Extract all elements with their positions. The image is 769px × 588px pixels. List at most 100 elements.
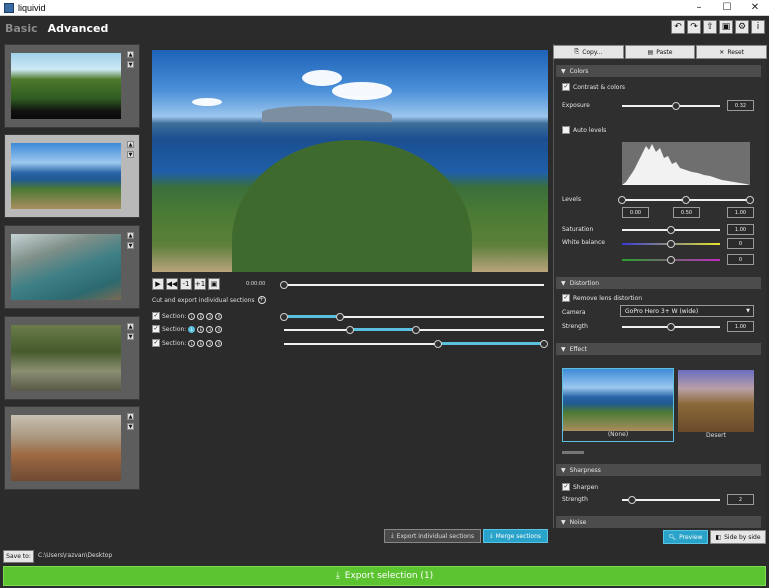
section-end-knob[interactable] [336, 313, 344, 321]
wb-temperature-value[interactable]: 0 [727, 238, 754, 249]
wb-tint-knob[interactable] [667, 256, 675, 264]
levels-black-knob[interactable] [618, 196, 626, 204]
video-preview[interactable] [152, 50, 548, 272]
contrast-colors-toggle[interactable]: ✓ Contrast & colors [562, 83, 625, 91]
distortion-section-header[interactable]: ▼ Distortion [556, 277, 761, 289]
effect-scrollbar[interactable] [562, 451, 584, 454]
move-down-icon[interactable]: ▼ [127, 151, 134, 158]
section-end-knob[interactable] [412, 326, 420, 334]
tab-basic[interactable]: Basic [5, 22, 38, 35]
section-loop-icon[interactable]: L [188, 312, 196, 320]
section-loop-icon[interactable]: L [188, 339, 196, 347]
section-2-range[interactable] [284, 326, 544, 334]
section-number-icon[interactable]: 3 [206, 312, 214, 320]
remove-distortion-checkbox[interactable]: ✓ [562, 294, 570, 302]
move-up-icon[interactable]: ▲ [127, 323, 134, 330]
distortion-strength-value[interactable]: 1.00 [727, 321, 754, 332]
add-section-icon[interactable]: + [257, 296, 266, 304]
section-end-knob[interactable] [540, 340, 548, 348]
paste-button[interactable]: ▤ Paste [624, 45, 696, 59]
close-button[interactable]: ✕ [741, 0, 769, 16]
play-button[interactable]: ▶ [152, 278, 164, 290]
noise-section-header[interactable]: ▼ Noise [556, 516, 761, 528]
effect-desert[interactable]: Desert [678, 370, 754, 442]
settings-icon[interactable]: ⚙ [735, 20, 749, 34]
info-icon[interactable]: i [751, 20, 765, 34]
snapshot-button[interactable]: ▣ [208, 278, 220, 290]
section-loop-icon[interactable]: L [188, 325, 196, 333]
saturation-slider[interactable] [622, 226, 720, 234]
levels-white-value[interactable]: 1.00 [727, 207, 754, 218]
section-3-range[interactable] [284, 340, 548, 348]
section-number-icon[interactable]: 3 [206, 339, 214, 347]
save-to-button[interactable]: Save to: [3, 550, 34, 563]
clip-thumbnail[interactable]: ▲ ▼ [4, 225, 140, 309]
levels-black-value[interactable]: 0.00 [622, 207, 649, 218]
sharpen-strength-slider[interactable] [622, 496, 720, 504]
merge-sections-button[interactable]: ⤓ Merge sections [483, 529, 548, 543]
exposure-knob[interactable] [672, 102, 680, 110]
frame-back-button[interactable]: -1 [180, 278, 192, 290]
section-remove-icon[interactable]: X [215, 339, 223, 347]
levels-white-knob[interactable] [746, 196, 754, 204]
copy-button[interactable]: ⎘ Copy... [553, 45, 624, 59]
section-start-knob[interactable] [434, 340, 442, 348]
preview-button[interactable]: 🔍︎ Preview [663, 530, 708, 544]
levels-slider[interactable] [618, 196, 754, 204]
reset-button[interactable]: ✕ Reset [696, 45, 768, 59]
section-checkbox[interactable]: ✓ [152, 312, 160, 320]
move-down-icon[interactable]: ▼ [127, 423, 134, 430]
wb-temperature-knob[interactable] [667, 240, 675, 248]
undo-icon[interactable]: ↶ [671, 20, 685, 34]
redo-icon[interactable]: ↷ [687, 20, 701, 34]
move-up-icon[interactable]: ▲ [127, 141, 134, 148]
distortion-strength-knob[interactable] [667, 323, 675, 331]
wb-tint-value[interactable]: 0 [727, 254, 754, 265]
remove-distortion-toggle[interactable]: ✓ Remove lens distortion [562, 294, 642, 302]
minimize-button[interactable]: – [685, 0, 713, 16]
camera-select[interactable]: GoPro Hero 3+ W (wide) ▼ [620, 305, 754, 317]
export-frame-icon[interactable]: ⇧ [703, 20, 717, 34]
auto-levels-checkbox[interactable] [562, 126, 570, 134]
colors-section-header[interactable]: ▼ Colors [556, 65, 761, 77]
move-down-icon[interactable]: ▼ [127, 333, 134, 340]
sharpen-checkbox[interactable]: ✓ [562, 483, 570, 491]
clip-thumbnail[interactable]: ▲ ▼ [4, 316, 140, 400]
clip-thumbnail-selected[interactable]: ▲ ▼ [4, 134, 140, 218]
effect-none[interactable]: (None) [562, 368, 674, 442]
levels-mid-value[interactable]: 0.50 [673, 207, 700, 218]
section-start-knob[interactable] [280, 313, 288, 321]
section-checkbox[interactable]: ✓ [152, 339, 160, 347]
tab-advanced[interactable]: Advanced [48, 22, 109, 35]
volume-button[interactable]: ◀◀ [166, 278, 178, 290]
section-remove-icon[interactable]: X [215, 325, 223, 333]
clip-thumbnail[interactable]: ▲ ▼ [4, 406, 140, 490]
move-down-icon[interactable]: ▼ [127, 242, 134, 249]
move-down-icon[interactable]: ▼ [127, 61, 134, 68]
maximize-button[interactable]: ☐ [713, 0, 741, 16]
saturation-value[interactable]: 1.00 [727, 224, 754, 235]
section-edit-icon[interactable]: E [197, 325, 205, 333]
distortion-strength-slider[interactable] [622, 323, 720, 331]
contrast-checkbox[interactable]: ✓ [562, 83, 570, 91]
sharpen-toggle[interactable]: ✓ Sharpen [562, 483, 598, 491]
sharpness-section-header[interactable]: ▼ Sharpness [556, 464, 761, 476]
clip-thumbnail[interactable]: ▲ ▼ [4, 44, 140, 128]
wb-temperature-slider[interactable] [622, 240, 720, 248]
export-selection-button[interactable]: ⤓ Export selection (1) [3, 566, 766, 586]
effect-section-header[interactable]: ▼ Effect [556, 343, 761, 355]
move-up-icon[interactable]: ▲ [127, 232, 134, 239]
sharpen-strength-value[interactable]: 2 [727, 494, 754, 505]
wb-tint-slider[interactable] [622, 256, 720, 264]
export-video-icon[interactable]: ▣ [719, 20, 733, 34]
side-by-side-button[interactable]: ◧ Side by side [710, 530, 766, 544]
section-number-icon[interactable]: 3 [206, 325, 214, 333]
section-checkbox[interactable]: ✓ [152, 325, 160, 333]
timeline-knob[interactable] [280, 281, 288, 289]
levels-mid-knob[interactable] [682, 196, 690, 204]
exposure-value[interactable]: 0.32 [727, 100, 754, 111]
move-up-icon[interactable]: ▲ [127, 51, 134, 58]
auto-levels-toggle[interactable]: Auto levels [562, 126, 606, 134]
saturation-knob[interactable] [667, 226, 675, 234]
section-edit-icon[interactable]: E [197, 312, 205, 320]
